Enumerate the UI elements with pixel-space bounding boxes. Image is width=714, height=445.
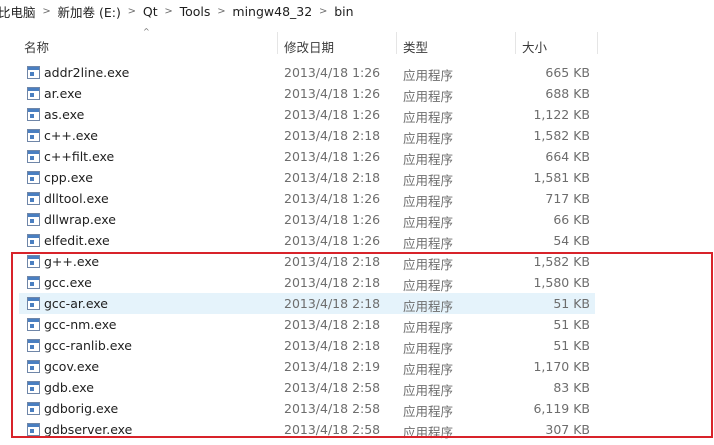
- file-row[interactable]: c++.exe 2013/4/18 2:18 应用程序 1,582 KB: [0, 125, 714, 146]
- file-type: 应用程序: [403, 89, 454, 104]
- file-date: 2013/4/18 1:26: [284, 107, 381, 122]
- exe-file-icon: [27, 108, 40, 121]
- file-type: 应用程序: [403, 152, 454, 167]
- exe-file-icon: [27, 66, 40, 79]
- file-size: 665 KB: [545, 65, 590, 80]
- file-size: 717 KB: [545, 191, 590, 206]
- chevron-right-icon[interactable]: >: [210, 6, 232, 17]
- file-row[interactable]: dlltool.exe 2013/4/18 1:26 应用程序 717 KB: [0, 188, 714, 209]
- file-row[interactable]: as.exe 2013/4/18 1:26 应用程序 1,122 KB: [0, 104, 714, 125]
- file-size: 1,122 KB: [533, 107, 590, 122]
- file-row[interactable]: dllwrap.exe 2013/4/18 1:26 应用程序 66 KB: [0, 209, 714, 230]
- column-divider[interactable]: [597, 32, 598, 54]
- sort-ascending-icon: ^: [143, 27, 150, 36]
- annotation-highlight-box: [11, 252, 713, 438]
- file-type: 应用程序: [403, 236, 454, 251]
- exe-file-icon: [27, 87, 40, 100]
- column-header-type[interactable]: 类型: [403, 37, 428, 56]
- file-name: ar.exe: [44, 86, 82, 101]
- file-date: 2013/4/18 1:26: [284, 65, 381, 80]
- file-size: 664 KB: [545, 149, 590, 164]
- file-name: elfedit.exe: [44, 233, 110, 248]
- exe-file-icon: [27, 192, 40, 205]
- file-name: dlltool.exe: [44, 191, 109, 206]
- column-header-row: ^ 名称 修改日期 类型 大小: [0, 25, 714, 61]
- chevron-right-icon[interactable]: >: [121, 6, 143, 17]
- file-date: 2013/4/18 2:18: [284, 128, 381, 143]
- exe-file-icon: [27, 234, 40, 247]
- breadcrumb-item-mingw[interactable]: mingw48_32: [232, 4, 312, 19]
- breadcrumb-item-this-pc[interactable]: 比电脑: [0, 2, 36, 21]
- file-name: as.exe: [44, 107, 85, 122]
- file-date: 2013/4/18 1:26: [284, 212, 381, 227]
- file-date: 2013/4/18 1:26: [284, 191, 381, 206]
- column-header-date[interactable]: 修改日期: [284, 37, 334, 56]
- breadcrumb-item-tools[interactable]: Tools: [180, 4, 211, 19]
- file-row[interactable]: addr2line.exe 2013/4/18 1:26 应用程序 665 KB: [0, 62, 714, 83]
- exe-file-icon: [27, 213, 40, 226]
- column-divider[interactable]: [277, 32, 278, 54]
- file-date: 2013/4/18 1:26: [284, 233, 381, 248]
- file-name: cpp.exe: [44, 170, 93, 185]
- chevron-right-icon[interactable]: >: [36, 6, 58, 17]
- file-size: 688 KB: [545, 86, 590, 101]
- file-date: 2013/4/18 2:18: [284, 170, 381, 185]
- file-name: c++.exe: [44, 128, 98, 143]
- column-header-name[interactable]: 名称: [24, 37, 49, 56]
- file-date: 2013/4/18 1:26: [284, 149, 381, 164]
- file-date: 2013/4/18 1:26: [284, 86, 381, 101]
- file-name: c++filt.exe: [44, 149, 115, 164]
- column-divider[interactable]: [396, 32, 397, 54]
- file-size: 1,581 KB: [533, 170, 590, 185]
- file-size: 1,582 KB: [533, 128, 590, 143]
- file-row[interactable]: ar.exe 2013/4/18 1:26 应用程序 688 KB: [0, 83, 714, 104]
- file-type: 应用程序: [403, 215, 454, 230]
- breadcrumb-item-bin[interactable]: bin: [334, 4, 353, 19]
- file-type: 应用程序: [403, 131, 454, 146]
- file-type: 应用程序: [403, 173, 454, 188]
- file-name: dllwrap.exe: [44, 212, 116, 227]
- breadcrumb: 比电脑 > 新加卷 (E:) > Qt > Tools > mingw48_32…: [0, 0, 714, 22]
- exe-file-icon: [27, 150, 40, 163]
- column-header-size[interactable]: 大小: [522, 37, 547, 56]
- breadcrumb-item-qt[interactable]: Qt: [143, 4, 158, 19]
- column-divider[interactable]: [515, 32, 516, 54]
- chevron-right-icon[interactable]: >: [158, 6, 180, 17]
- chevron-right-icon[interactable]: >: [312, 6, 334, 17]
- file-row[interactable]: cpp.exe 2013/4/18 2:18 应用程序 1,581 KB: [0, 167, 714, 188]
- file-row[interactable]: elfedit.exe 2013/4/18 1:26 应用程序 54 KB: [0, 230, 714, 251]
- file-row[interactable]: c++filt.exe 2013/4/18 1:26 应用程序 664 KB: [0, 146, 714, 167]
- file-type: 应用程序: [403, 194, 454, 209]
- file-size: 54 KB: [553, 233, 590, 248]
- file-type: 应用程序: [403, 68, 454, 83]
- file-name: addr2line.exe: [44, 65, 130, 80]
- exe-file-icon: [27, 129, 40, 142]
- file-type: 应用程序: [403, 110, 454, 125]
- file-size: 66 KB: [553, 212, 590, 227]
- exe-file-icon: [27, 171, 40, 184]
- breadcrumb-item-drive[interactable]: 新加卷 (E:): [58, 2, 121, 21]
